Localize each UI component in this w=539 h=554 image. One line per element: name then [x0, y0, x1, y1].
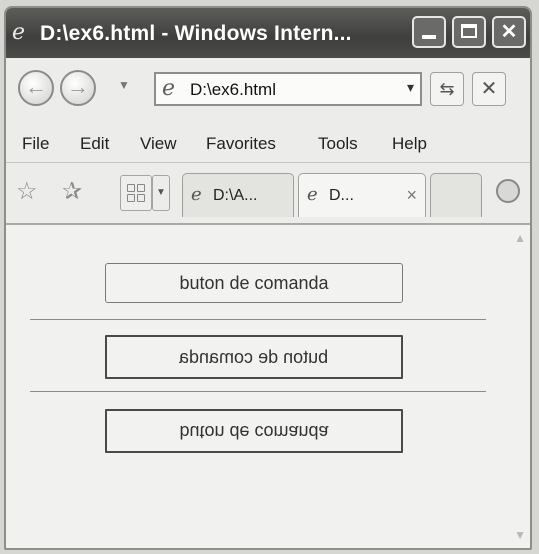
- tools-icon[interactable]: [496, 179, 520, 203]
- refresh-icon: ⇆: [439, 79, 455, 99]
- button-label: buton de comanda: [179, 421, 329, 442]
- menu-bar: File Edit View Favorites Tools Help: [6, 122, 530, 163]
- menu-favorites[interactable]: Favorites: [206, 134, 276, 154]
- menu-edit[interactable]: Edit: [80, 134, 109, 154]
- navigation-bar: ← → ▼ e D:\ex6.html ▾ ⇆ ✕: [6, 58, 530, 123]
- favorites-star-icon[interactable]: ☆: [16, 177, 38, 206]
- scroll-up-icon[interactable]: ▲: [514, 231, 526, 245]
- address-bar[interactable]: e D:\ex6.html ▾: [154, 72, 422, 106]
- button-label: buton de comanda: [179, 272, 329, 293]
- button-label: buton de comanda: [179, 346, 329, 367]
- quick-tabs-button[interactable]: [120, 175, 152, 211]
- command-button-normal[interactable]: buton de comanda: [105, 263, 403, 303]
- new-tab[interactable]: [430, 173, 482, 217]
- address-dropdown-icon[interactable]: ▾: [407, 79, 414, 96]
- address-text[interactable]: D:\ex6.html: [190, 80, 276, 100]
- forward-arrow-icon: →: [67, 74, 89, 99]
- tab-close-icon[interactable]: ×: [406, 185, 417, 206]
- maximize-button[interactable]: [452, 16, 486, 48]
- browser-window: e D:\ex6.html - Windows Intern... ✕ ← → …: [4, 6, 532, 550]
- add-favorites-icon[interactable]: ✰: [62, 177, 82, 206]
- close-button[interactable]: ✕: [492, 16, 526, 48]
- tab-1[interactable]: e D:\A...: [182, 173, 294, 217]
- title-bar: e D:\ex6.html - Windows Intern... ✕: [6, 8, 530, 58]
- tab-label: D:\A...: [213, 187, 258, 204]
- tab-2-active[interactable]: e D... ×: [298, 173, 426, 217]
- back-arrow-icon: ←: [25, 74, 47, 99]
- stop-button[interactable]: ✕: [472, 72, 506, 106]
- stop-icon: ✕: [480, 78, 498, 100]
- command-button-mirrored-horizontal[interactable]: buton de comanda: [105, 335, 403, 379]
- page-icon: e: [162, 76, 176, 101]
- tab-list-dropdown[interactable]: ▼: [152, 175, 170, 211]
- tab-bar: ☆ ✰ ▼ e D:\A... e D... ×: [6, 163, 530, 225]
- back-button[interactable]: ←: [18, 70, 54, 106]
- horizontal-rule: [30, 391, 486, 392]
- menu-view[interactable]: View: [140, 134, 177, 154]
- tab-label: D...: [329, 187, 354, 204]
- ie-page-icon: e: [307, 184, 318, 205]
- window-title: D:\ex6.html - Windows Intern...: [40, 22, 352, 45]
- history-dropdown-icon[interactable]: ▼: [118, 78, 130, 92]
- page-content: ▲ buton de comanda buton de comanda buto…: [6, 225, 530, 548]
- maximize-icon: [461, 24, 477, 38]
- quick-tabs-icon: [127, 184, 145, 202]
- command-button-mirrored-vertical[interactable]: buton de comanda: [105, 409, 403, 453]
- horizontal-rule: [30, 319, 486, 320]
- menu-tools[interactable]: Tools: [318, 134, 358, 154]
- scroll-down-icon[interactable]: ▼: [514, 528, 526, 542]
- minimize-button[interactable]: [412, 16, 446, 48]
- ie-page-icon: e: [191, 184, 202, 205]
- close-icon: ✕: [500, 21, 518, 43]
- ie-logo-icon: e: [12, 20, 26, 45]
- minimize-icon: [422, 35, 436, 39]
- forward-button[interactable]: →: [60, 70, 96, 106]
- refresh-button[interactable]: ⇆: [430, 72, 464, 106]
- menu-help[interactable]: Help: [392, 134, 427, 154]
- menu-file[interactable]: File: [22, 134, 49, 154]
